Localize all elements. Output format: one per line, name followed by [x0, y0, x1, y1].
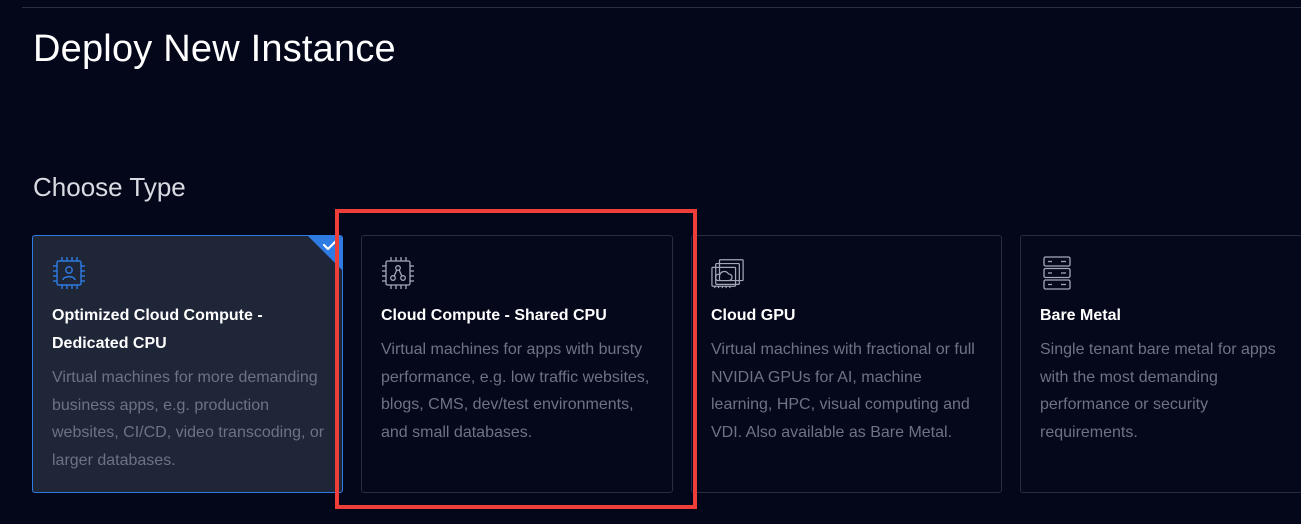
card-title: Cloud Compute - Shared CPU	[381, 307, 607, 324]
checkmark-icon	[322, 239, 338, 251]
page-title: Deploy New Instance	[33, 28, 396, 70]
card-title: Bare Metal	[1040, 307, 1121, 324]
cpu-user-icon	[53, 257, 85, 289]
card-description: Single tenant bare metal for apps with t…	[1040, 341, 1276, 441]
top-divider	[22, 7, 1301, 8]
section-title: Choose Type	[33, 172, 186, 202]
instance-type-card-shared-cpu[interactable]: Cloud Compute - Shared CPU Virtual machi…	[361, 235, 673, 493]
instance-type-card-bare-metal[interactable]: Bare Metal Single tenant bare metal for …	[1020, 235, 1301, 493]
instance-type-card-optimized[interactable]: Optimized Cloud Compute - Dedicated CPU …	[32, 235, 343, 493]
instance-type-card-cloud-gpu[interactable]: Cloud GPU Virtual machines with fraction…	[691, 235, 1002, 493]
server-rack-icon	[1043, 256, 1071, 290]
gpu-cloud-icon	[711, 259, 744, 289]
card-description: Virtual machines with fractional or full…	[711, 341, 975, 441]
card-description: Virtual machines for apps with bursty pe…	[381, 341, 650, 441]
card-title: Optimized Cloud Compute - Dedicated CPU	[52, 307, 263, 352]
cpu-share-icon	[382, 257, 414, 289]
card-title: Cloud GPU	[711, 307, 796, 324]
card-description: Virtual machines for more demanding busi…	[52, 369, 325, 469]
